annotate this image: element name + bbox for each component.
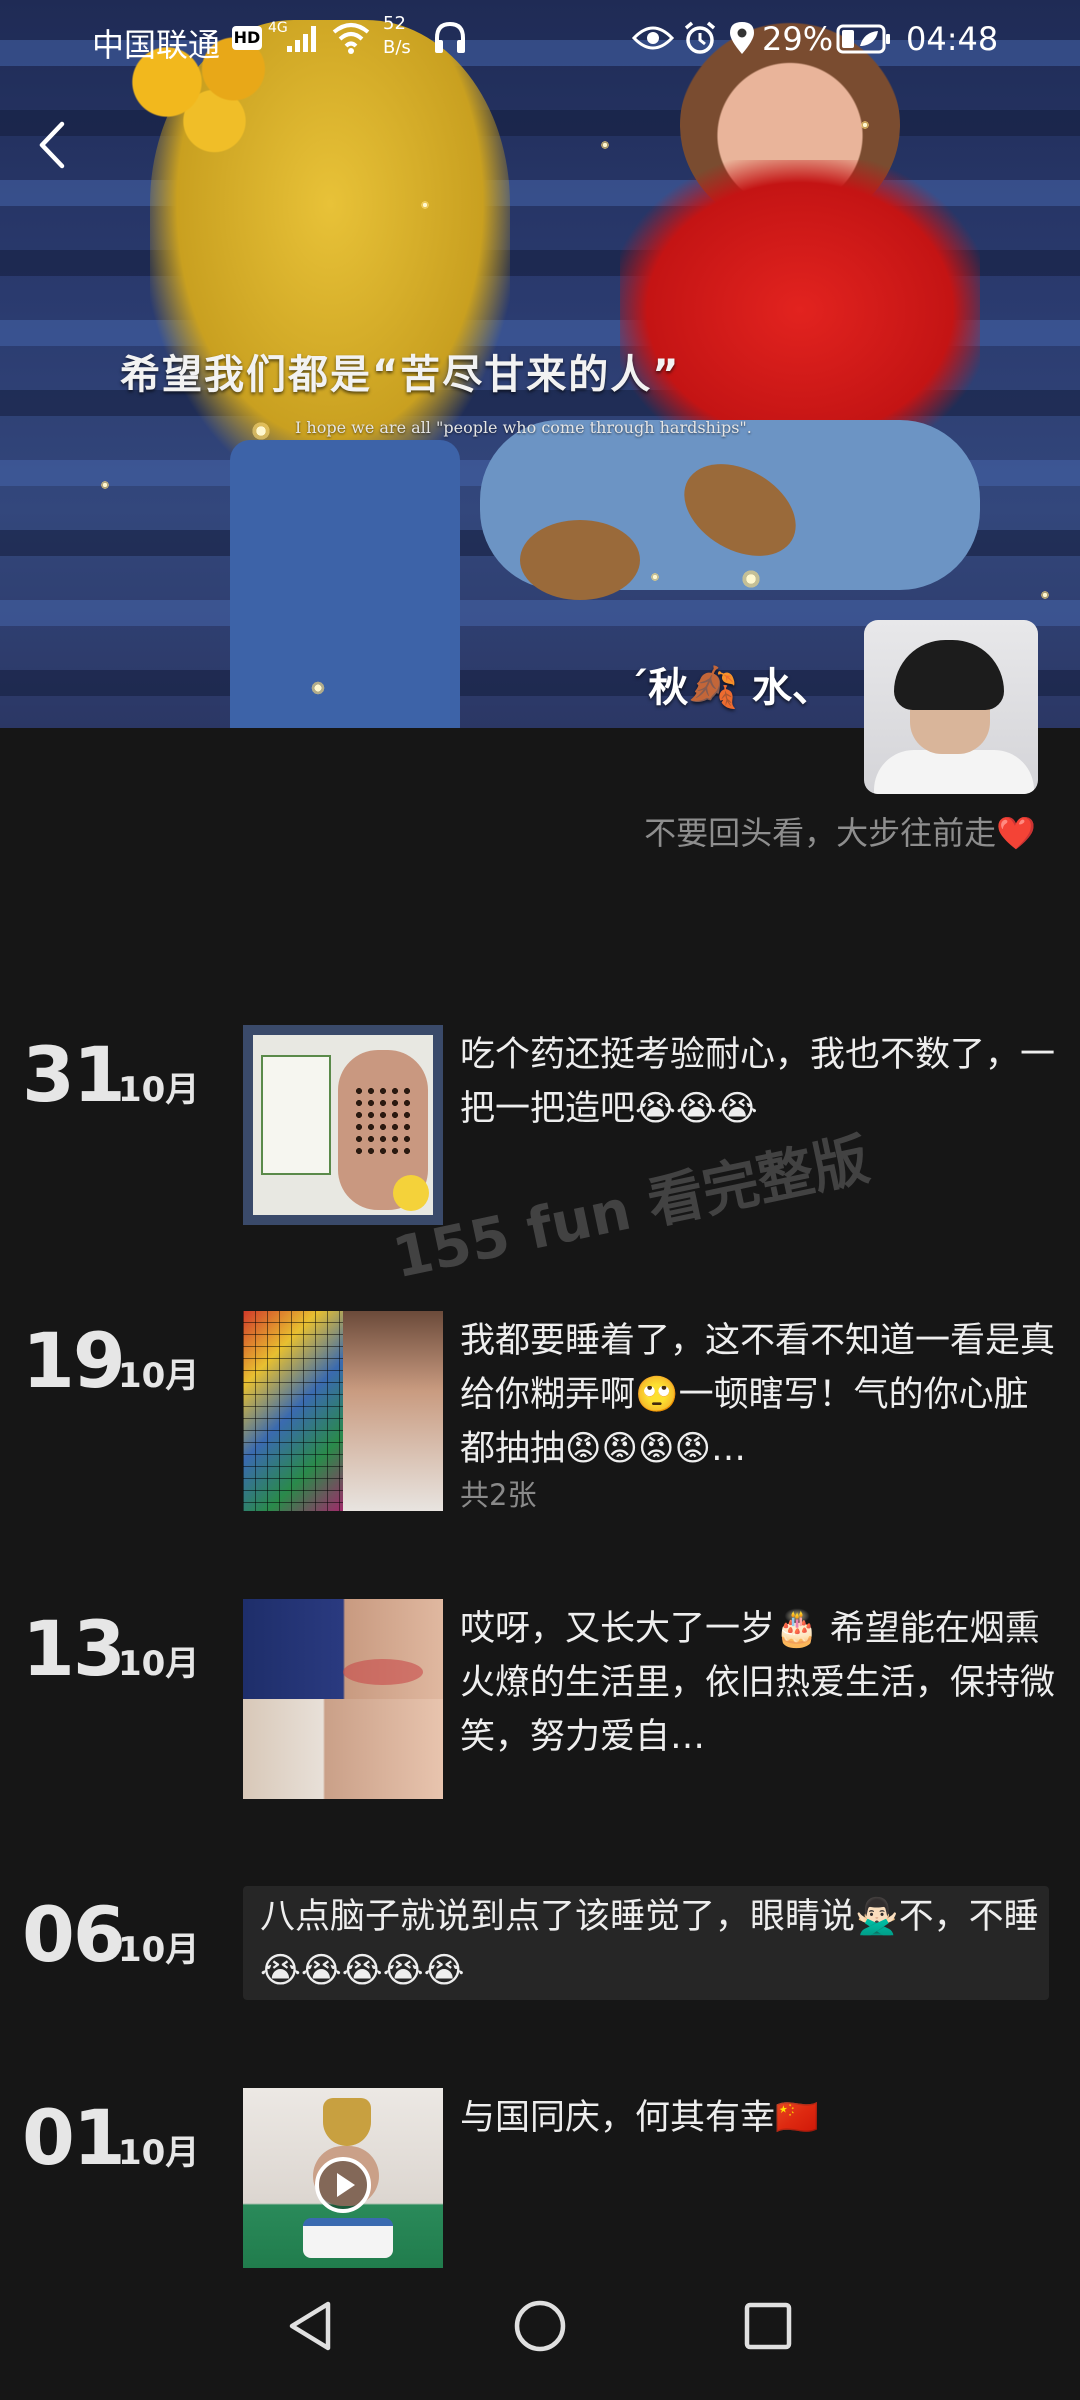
hd-badge: HD [232,26,262,50]
post-day: 01 [22,2093,126,2182]
sparkle [100,480,110,490]
post-month: 10月 [118,1644,200,1684]
watermark: 155 fun 看完整版 [387,1127,875,1292]
profile-nickname[interactable]: ´秋🍂 水、 [628,655,832,713]
battery-percent: 29% [762,20,834,58]
sparkle [650,572,660,582]
post-day: 06 [22,1890,126,1979]
battery-icon [836,24,890,54]
moments-profile-screen: 希望我们都是“苦尽甘来的人” I hope we are all "people… [0,0,1080,2400]
sparkle [740,568,762,590]
sparkle [310,680,326,696]
signal-icon [287,26,316,52]
sparkle [250,420,272,442]
sparkle [420,200,430,210]
post-image[interactable] [243,1311,443,1511]
speed-value: 52 [383,13,406,34]
sparkle [860,120,870,130]
eye-icon [632,26,674,50]
post-month: 10月 [118,1930,200,1970]
post-text: 我都要睡着了，这不看不知道一看是真给你糊弄啊🙄一顿瞎写！气的你心脏都抽抽😡😡😡😡… [460,1321,1056,1469]
sparkle [600,140,610,150]
post-month: 10月 [118,1356,200,1396]
post-text: 与国同庆，何其有幸🇨🇳 [460,2098,819,2138]
post-day: 13 [22,1604,126,1693]
post-day: 31 [22,1030,126,1119]
shoe [520,520,640,600]
avatar[interactable] [864,620,1038,794]
system-navigation-bar [0,2268,1080,2400]
post-day: 19 [22,1316,126,1405]
status-bar: 中国联通 HD 4G 52 B/s 29% 04:48 [0,0,1080,80]
post-text: 八点脑子就说到点了该睡觉了，眼睛说🙅🏻‍♂️不，不睡😭😭😭😭😭 [260,1897,1039,1991]
speed-unit: B/s [383,37,411,58]
jeans-left [230,440,460,728]
post-image[interactable] [243,1025,443,1225]
wifi-icon [332,23,370,54]
post-video-thumbnail[interactable] [243,2088,443,2280]
back-triangle-icon[interactable] [284,2298,336,2354]
post-text: 吃个药还挺考验耐心，我也不数了，一把一把造吧😭😭😭 [460,1035,1056,1129]
child-red-figure [620,160,980,460]
post-text: 哎呀，又长大了一岁🎂 希望能在烟熏火燎的生活里，依旧热爱生活，保持微笑，努力爱自… [460,1609,1056,1757]
headphones-icon [435,21,465,53]
alarm-icon [684,21,716,54]
cover-quote-chinese: 希望我们都是“苦尽甘来的人” [120,352,681,398]
clock: 04:48 [906,20,999,58]
play-icon[interactable] [314,2156,372,2214]
post-month: 10月 [118,2133,200,2173]
back-arrow-icon[interactable] [30,110,80,180]
profile-signature: 不要回头看，大步往前走❤️ [644,814,1036,852]
post-month: 10月 [118,1070,200,1110]
post-image[interactable] [243,1599,443,1799]
sparkle [1040,590,1050,600]
home-circle-icon[interactable] [512,2298,568,2354]
cover-image[interactable]: 希望我们都是“苦尽甘来的人” I hope we are all "people… [0,0,1080,728]
cover-quote-english: I hope we are all "people who come throu… [295,418,752,437]
carrier-name: 中国联通 [92,26,221,64]
image-count: 共2张 [460,1478,537,1512]
location-icon [730,22,754,54]
recents-square-icon[interactable] [742,2300,794,2352]
